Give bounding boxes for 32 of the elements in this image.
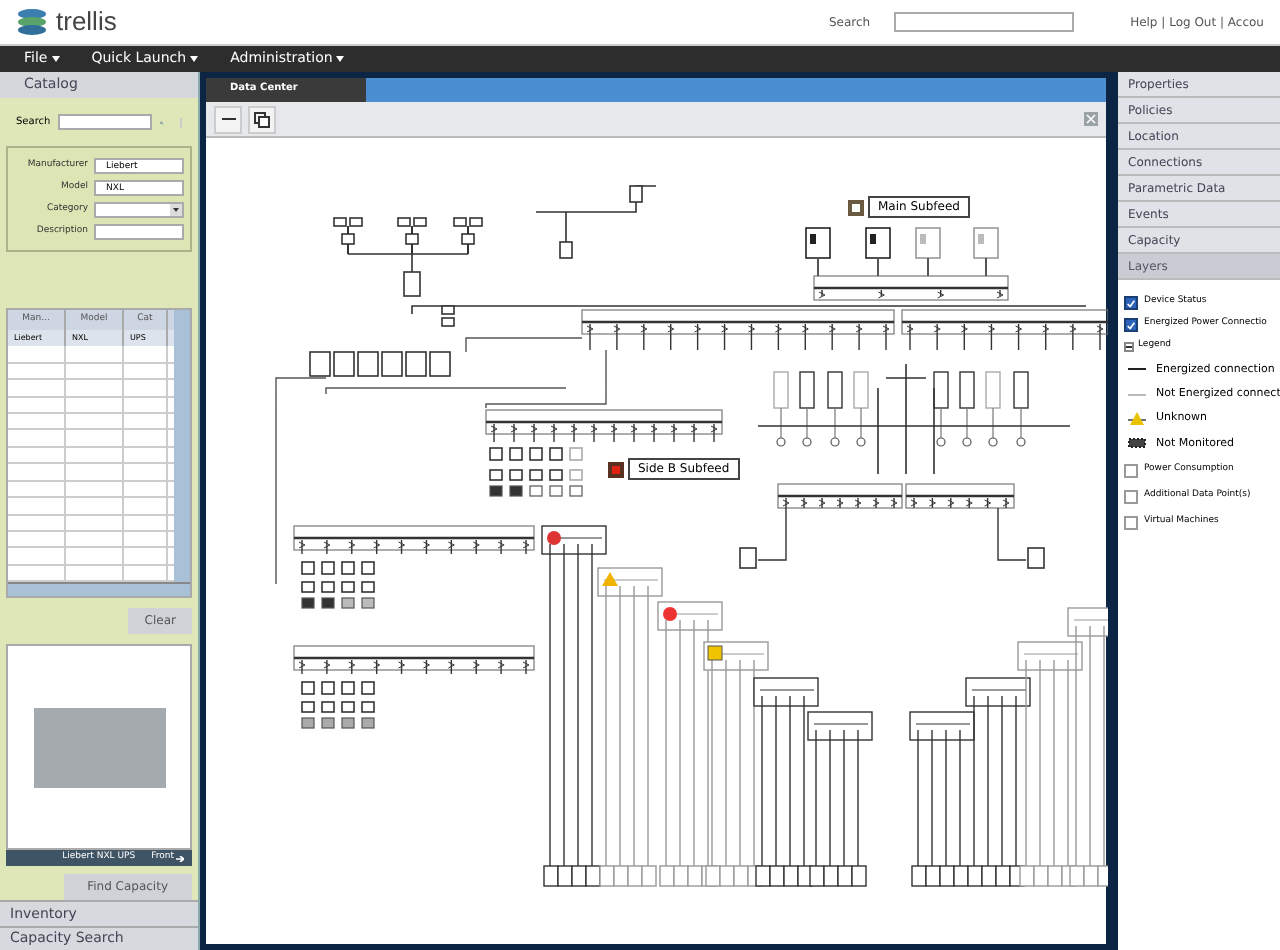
- dashed-box-icon: [1128, 438, 1146, 449]
- checkbox[interactable]: [1124, 318, 1138, 332]
- close-icon: [1086, 114, 1096, 124]
- checkbox[interactable]: [1124, 463, 1138, 478]
- catalog-search-field[interactable]: [58, 114, 153, 131]
- checkbox[interactable]: [1124, 515, 1138, 530]
- collapse-toggle-icon[interactable]: [1124, 341, 1134, 352]
- close-button[interactable]: [1084, 112, 1098, 126]
- copy-button[interactable]: [248, 105, 276, 133]
- app-logo-text: trellis: [56, 4, 117, 41]
- category-dropdown[interactable]: [94, 202, 184, 219]
- search-field[interactable]: [894, 12, 1075, 32]
- warning-icon: [1128, 411, 1146, 426]
- logo-icon: [16, 8, 48, 36]
- caret-icon: [190, 56, 199, 62]
- checkbox[interactable]: [1124, 296, 1138, 310]
- minus-icon: [221, 118, 235, 120]
- subfeed-marker-icon: [608, 461, 624, 477]
- caret-icon: [170, 204, 182, 217]
- vertical-scrollbar[interactable]: [174, 310, 190, 583]
- copy-icon: [254, 111, 270, 127]
- arrow-icon: [176, 855, 184, 862]
- text-field[interactable]: [94, 224, 184, 241]
- caret-icon: [336, 56, 345, 62]
- dark-line-icon: [1128, 368, 1146, 371]
- horizontal-scrollbar[interactable]: [8, 582, 190, 597]
- zoom-out-button[interactable]: [214, 105, 242, 133]
- subfeed-marker-icon: [848, 199, 864, 215]
- checkbox[interactable]: [1124, 489, 1138, 504]
- caret-icon: [51, 56, 60, 62]
- photo-placeholder: [33, 707, 165, 788]
- light-line-icon: [1128, 393, 1146, 396]
